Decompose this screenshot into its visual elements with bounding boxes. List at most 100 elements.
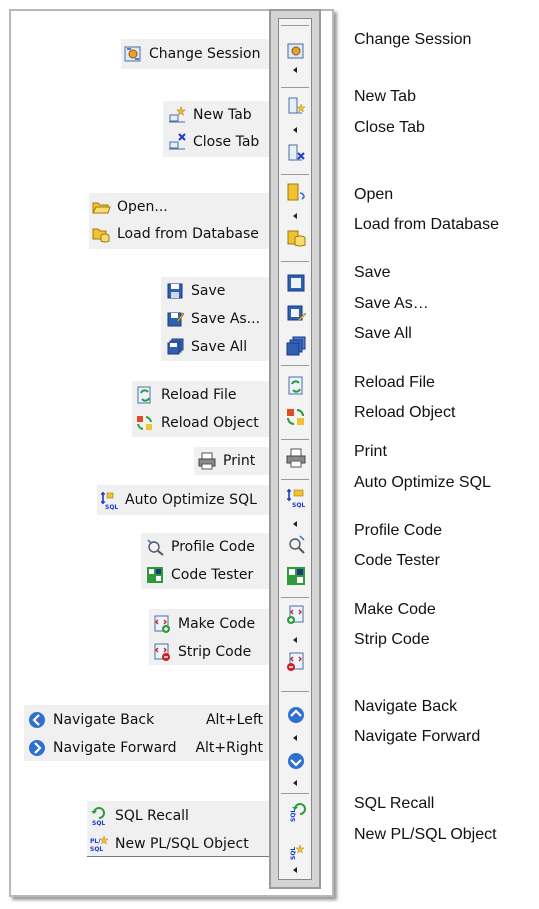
menu-item-label: New PL/SQL Object [115,836,249,852]
toolbar-dropdown-arrow[interactable] [293,867,297,873]
callout-open: Open [354,186,394,203]
menu-item-save-as[interactable]: Save As... [165,306,260,332]
callout-save-all: Save All [354,325,412,342]
reload-object-icon[interactable] [285,406,307,428]
svg-text:SQL: SQL [292,502,305,509]
save-all-icon[interactable] [285,335,307,357]
shortcut-label: Alt+Left [205,712,263,728]
change-session-icon[interactable] [285,40,307,62]
new-plsql-object-icon[interactable]: SQL [285,839,307,861]
strip-code-icon [154,643,170,661]
callout-auto-optimize-sql: Auto Optimize SQL [354,474,491,491]
print-icon[interactable] [285,447,307,469]
menu-item-new-tab[interactable]: New Tab [167,102,252,128]
toolbar-dropdown-arrow[interactable] [293,127,297,133]
profile-code-icon[interactable] [285,533,307,555]
auto-optimize-sql-icon[interactable]: SQL [285,487,307,509]
menu-item-open[interactable]: Open... [91,194,168,220]
save-as-icon [167,312,185,327]
menu-item-make-code[interactable]: Make Code [152,611,255,637]
load-from-database-icon [92,228,110,243]
menu-item-label: Reload Object [161,415,259,431]
menu-item-save-all[interactable]: Save All [165,334,247,360]
menu-item-profile-code[interactable]: Profile Code [145,534,255,560]
toolbar-dropdown-arrow[interactable] [293,521,297,527]
code-tester-icon[interactable] [285,565,307,587]
callout-new-plsql-object: New PL/SQL Object [354,826,497,843]
callout-save: Save [354,264,391,281]
new-tab-icon[interactable] [285,95,307,117]
menu-item-navigate-back[interactable]: Navigate Back Alt+Left [27,707,267,733]
navigate-forward-icon[interactable] [285,750,307,772]
toolbar-dropdown-arrow[interactable] [293,735,297,741]
menu-item-strip-code[interactable]: Strip Code [152,639,251,665]
toolbar-separator [281,439,309,440]
callout-change-session: Change Session [354,31,472,48]
menu-item-label: Close Tab [193,134,260,150]
menu-item-change-session[interactable]: Change Session [123,41,260,67]
close-tab-icon[interactable] [285,142,307,164]
new-plsql-object-icon: PL/ SQL [90,835,109,853]
menu-item-code-tester[interactable]: Code Tester [145,562,253,588]
menu-item-label: Navigate Back [53,712,155,728]
callout-new-tab: New Tab [354,88,416,105]
menu-item-label: Profile Code [171,539,255,555]
toolbar-separator [281,261,309,262]
save-all-icon [167,338,184,355]
menu-item-label: New Tab [193,107,252,123]
reload-file-icon[interactable] [285,375,307,397]
menu-item-label: Save As... [191,311,261,327]
menu-item-print[interactable]: Print [197,448,255,474]
toolbar-separator [281,793,309,794]
svg-text:PL/: PL/ [90,838,101,845]
menu-item-label: Navigate Forward [53,740,177,756]
reload-object-icon [137,416,152,430]
toolbar-separator [281,597,309,598]
new-tab-icon [169,106,186,123]
callout-navigate-forward: Navigate Forward [354,728,481,745]
menu-item-save[interactable]: Save [165,278,225,304]
menu-item-label: Open... [117,199,168,215]
menu-item-load-from-database[interactable]: Load from Database [91,221,259,247]
toolbar-dropdown-arrow[interactable] [293,780,297,786]
menu-item-label: SQL Recall [115,808,189,824]
callout-code-tester: Code Tester [354,552,440,569]
save-as-icon[interactable] [285,303,307,325]
menu-item-reload-object[interactable]: Reload Object [135,410,259,436]
toolbar-separator [281,365,309,366]
callout-reload-file: Reload File [354,374,435,391]
auto-optimize-sql-icon: SQL [101,492,118,510]
menu-item-reload-file[interactable]: Reload File [135,382,237,408]
strip-code-icon[interactable] [285,651,307,673]
svg-text:SQL: SQL [105,504,118,510]
close-tab-icon [169,133,186,150]
print-icon [198,452,216,470]
save-icon[interactable] [285,272,307,294]
toolbar-dropdown-arrow[interactable] [293,637,297,643]
open-folder-icon[interactable] [285,181,307,203]
toolbar-dropdown-arrow[interactable] [293,213,297,219]
menu-item-label: Make Code [178,616,256,632]
menu-item-close-tab[interactable]: Close Tab [167,129,259,155]
navigate-back-icon [29,712,45,728]
navigate-back-icon[interactable] [285,704,307,726]
make-code-icon [154,615,170,633]
menu-item-new-plsql-object[interactable]: PL/ SQL New PL/SQL Object [89,831,249,857]
load-from-database-icon[interactable] [285,227,307,249]
sql-recall-icon[interactable]: SQL [285,801,307,823]
callout-save-as: Save As… [354,295,429,312]
svg-text:SQL: SQL [90,846,103,853]
callout-profile-code: Profile Code [354,522,443,539]
menu-item-navigate-forward[interactable]: Navigate Forward Alt+Right [27,735,267,761]
menu-item-sql-recall[interactable]: SQL SQL Recall [89,803,189,829]
toolbar-dropdown-arrow[interactable] [293,67,297,73]
menu-item-auto-optimize-sql[interactable]: SQL Auto Optimize SQL [99,487,257,513]
navigate-forward-icon [29,740,45,756]
make-code-icon[interactable] [285,604,307,626]
toolbar-strip: SQL SQL SQL [278,18,312,880]
menu-item-label: Save All [191,339,248,355]
svg-text:SQL: SQL [290,809,297,822]
callout-make-code: Make Code [354,601,436,618]
reload-file-icon [137,386,151,404]
save-icon [167,283,183,299]
